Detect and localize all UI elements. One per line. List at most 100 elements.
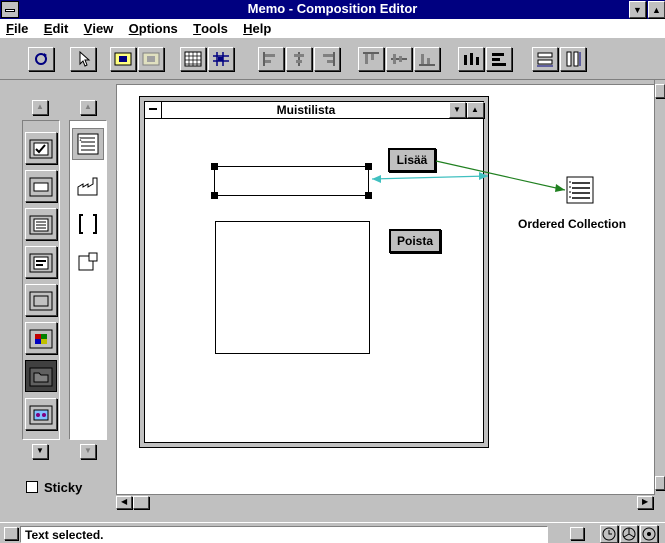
chart-icon-button[interactable] [620, 525, 638, 543]
sticky-checkbox[interactable] [26, 481, 38, 493]
snap-grid-icon [213, 52, 229, 66]
pie-chart-icon [622, 527, 636, 541]
match-width-button[interactable] [532, 47, 558, 71]
other-category-icon [29, 405, 53, 425]
match-height-icon [566, 51, 581, 67]
remove-button[interactable]: Poista [389, 229, 441, 253]
svg-text:1: 1 [79, 137, 82, 143]
pointer-button[interactable] [70, 47, 96, 71]
palette-part-factory[interactable] [72, 170, 104, 202]
palette-category-scroll-up[interactable]: ▲ [32, 100, 48, 115]
selection-handle[interactable] [365, 163, 372, 170]
parts-palette: ▲ ▲ 1 ▼ ▼ Sticky [6, 84, 112, 506]
main-title-bar: Memo - Composition Editor [0, 0, 665, 19]
align-bottom-button[interactable] [414, 47, 440, 71]
scroll-left-arrow[interactable]: ◀ [116, 496, 132, 509]
snap-to-grid-button[interactable] [208, 47, 234, 71]
selection-handle[interactable] [365, 192, 372, 199]
layer-back-icon [142, 52, 160, 66]
scroll-thumb[interactable] [133, 496, 149, 509]
align-middle-button[interactable] [386, 47, 412, 71]
palette-category-column [22, 120, 60, 440]
memo-list-box[interactable] [215, 221, 370, 354]
selection-handle[interactable] [211, 192, 218, 199]
align-middle-icon [391, 54, 407, 64]
palette-category-models[interactable] [25, 360, 57, 392]
palette-part-object[interactable] [72, 246, 104, 278]
palette-part-variable[interactable] [72, 208, 104, 240]
status-scroll-left[interactable] [4, 527, 18, 540]
scroll-right-arrow[interactable]: ▶ [637, 496, 653, 509]
inner-title-bar[interactable]: Muistilista ▼ ▲ [144, 101, 484, 119]
status-bar: Text selected. [0, 522, 665, 543]
menu-edit[interactable]: Edit [44, 19, 69, 38]
menu-tools[interactable]: Tools [193, 19, 228, 38]
status-text-field: Text selected. [20, 526, 548, 543]
palette-category-text[interactable] [25, 246, 57, 278]
palette-category-data-entry[interactable] [25, 132, 57, 164]
system-menu-button[interactable] [1, 1, 19, 18]
align-bottom-icon [419, 54, 435, 66]
palette-category-other[interactable] [25, 398, 57, 430]
inner-maximize-button[interactable]: ▲ [467, 102, 484, 118]
align-right-button[interactable] [314, 47, 340, 71]
palette-parts-scroll-down[interactable]: ▼ [80, 444, 96, 459]
refresh-icon [35, 53, 47, 65]
palette-category-lists[interactable] [25, 208, 57, 240]
button-category-icon [29, 177, 53, 197]
distribute-vertical-button[interactable] [486, 47, 512, 71]
palette-category-canvas[interactable] [25, 322, 57, 354]
maximize-icon: ▲ [652, 5, 661, 15]
align-right-icon [323, 52, 335, 66]
scroll-right-icon: ▶ [642, 497, 649, 506]
frame-category-icon [29, 291, 53, 311]
palette-part-ordered-collection[interactable]: 1 [72, 128, 104, 160]
scroll-down-icon: ▼ [84, 446, 92, 455]
move-to-front-button[interactable] [110, 47, 136, 71]
menu-options[interactable]: Options [129, 19, 178, 38]
maximize-button[interactable]: ▲ [648, 1, 665, 18]
refresh-button[interactable] [28, 47, 54, 71]
grid-button[interactable] [180, 47, 206, 71]
palette-parts-scroll-up[interactable]: ▲ [80, 100, 96, 115]
horizontal-scrollbar[interactable]: ◀ ▶ [116, 494, 655, 509]
object-part-icon [78, 252, 98, 271]
target-icon [642, 527, 656, 541]
menu-file[interactable]: File [6, 19, 28, 38]
memo-entry-field[interactable] [214, 166, 369, 196]
text-category-icon [29, 253, 53, 273]
minimize-icon: ▼ [453, 105, 461, 114]
palette-category-buttons[interactable] [25, 170, 57, 202]
inner-minimize-button[interactable]: ▼ [449, 102, 466, 118]
menu-help[interactable]: Help [243, 19, 271, 38]
add-button[interactable]: Lisää [388, 148, 436, 172]
inner-window-title: Muistilista [276, 103, 336, 117]
status-text: Text selected. [25, 528, 104, 542]
match-height-button[interactable] [560, 47, 586, 71]
layer-front-icon [114, 52, 132, 66]
align-center-button[interactable] [286, 47, 312, 71]
minimize-button[interactable]: ▼ [629, 1, 646, 18]
scroll-up-arrow[interactable] [655, 84, 665, 98]
inner-system-menu[interactable] [145, 102, 162, 118]
scroll-up-icon: ▲ [84, 102, 92, 111]
palette-parts-column [69, 120, 107, 440]
align-top-icon [363, 52, 379, 64]
distribute-horizontal-button[interactable] [458, 47, 484, 71]
target-icon-button[interactable] [640, 525, 658, 543]
clock-icon-button[interactable] [600, 525, 618, 543]
align-top-button[interactable] [358, 47, 384, 71]
palette-category-scroll-down[interactable]: ▼ [32, 444, 48, 459]
minimize-icon: ▼ [633, 5, 642, 15]
selection-handle[interactable] [211, 163, 218, 170]
menu-view[interactable]: View [84, 19, 114, 38]
move-to-back-button[interactable] [138, 47, 164, 71]
ordered-collection-part[interactable] [564, 175, 596, 205]
palette-category-frames[interactable] [25, 284, 57, 316]
status-scroll-right[interactable] [570, 527, 584, 540]
vertical-scrollbar[interactable] [654, 80, 665, 494]
scroll-down-arrow[interactable] [655, 476, 665, 490]
align-left-button[interactable] [258, 47, 284, 71]
ordered-collection-icon [566, 176, 594, 204]
distribute-vertical-icon [492, 53, 506, 66]
